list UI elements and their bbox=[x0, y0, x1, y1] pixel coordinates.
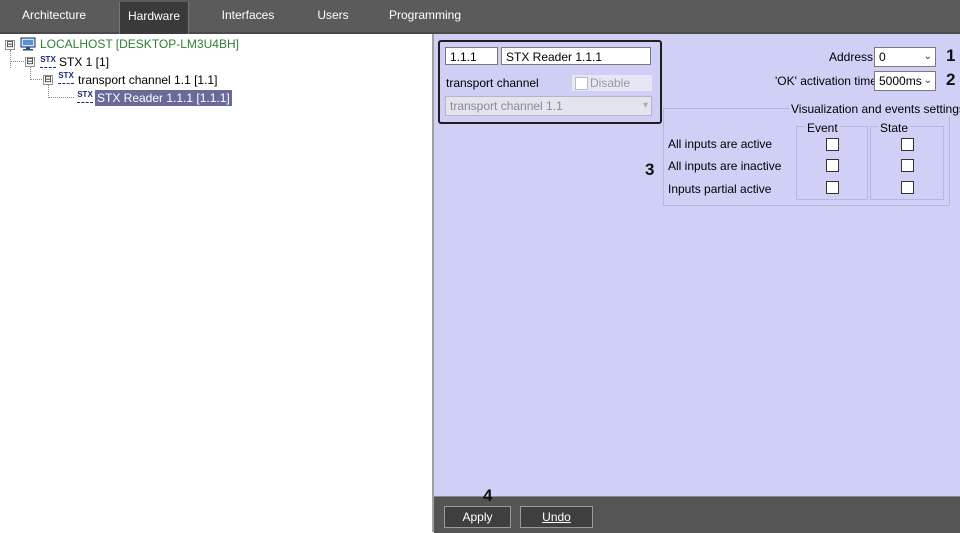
tab-interfaces[interactable]: Interfaces bbox=[214, 1, 282, 31]
disable-label: Disable bbox=[590, 76, 631, 90]
tree-node-transport-channel[interactable]: transport channel 1.1 [1.1] bbox=[78, 72, 217, 88]
tree-node-localhost[interactable]: LOCALHOST [DESKTOP-LM3U4BH] bbox=[40, 36, 239, 52]
tab-bar: Architecture Hardware Interfaces Users P… bbox=[0, 0, 960, 34]
tree-line bbox=[48, 97, 74, 98]
visualization-title: Visualization and events settings bbox=[789, 102, 960, 116]
stx-device-icon: STX bbox=[39, 55, 57, 69]
tab-programming[interactable]: Programming bbox=[386, 1, 464, 31]
tree-expander-channel[interactable]: ⊟ bbox=[43, 75, 53, 85]
tab-architecture[interactable]: Architecture bbox=[12, 1, 96, 31]
address-value: 0 bbox=[879, 50, 886, 64]
ok-activation-time-label: 'OK' activation time: bbox=[775, 74, 881, 88]
undo-button[interactable]: Undo bbox=[520, 506, 593, 528]
transport-channel-label: transport channel bbox=[446, 76, 539, 90]
event-checkbox-partial-active[interactable] bbox=[826, 181, 839, 194]
state-column-header: State bbox=[878, 121, 911, 135]
ok-activation-time-value: 5000ms bbox=[879, 74, 922, 88]
row-label-all-inactive: All inputs are inactive bbox=[668, 159, 782, 173]
address-label: Address: bbox=[829, 50, 877, 64]
ok-activation-time-select[interactable]: 5000ms ⌄ bbox=[874, 71, 936, 91]
tree-expander-stx[interactable]: ⊟ bbox=[25, 57, 35, 67]
tree-expander-root[interactable]: ⊟ bbox=[5, 40, 15, 50]
transport-channel-value: transport channel 1.1 bbox=[450, 99, 563, 113]
disable-checkbox[interactable] bbox=[575, 77, 588, 90]
tree-node-reader-selected[interactable]: STX Reader 1.1.1 [1.1.1] bbox=[95, 90, 232, 106]
annotation-3: 3 bbox=[645, 160, 655, 179]
transport-channel-icon: STX bbox=[57, 71, 75, 85]
device-name-field[interactable]: STX Reader 1.1.1 bbox=[501, 47, 651, 65]
tree-line bbox=[48, 84, 49, 98]
address-select[interactable]: 0 ⌄ bbox=[874, 47, 936, 67]
tree-line bbox=[30, 66, 31, 80]
event-checkbox-all-inactive[interactable] bbox=[826, 159, 839, 172]
state-checkbox-partial-active[interactable] bbox=[901, 181, 914, 194]
device-id-field[interactable]: 1.1.1 bbox=[445, 47, 498, 65]
event-checkbox-all-active[interactable] bbox=[826, 138, 839, 151]
annotation-4: 4 bbox=[483, 486, 493, 505]
action-bar bbox=[434, 496, 960, 533]
disable-toggle[interactable]: Disable bbox=[572, 75, 652, 91]
apply-button[interactable]: Apply bbox=[444, 506, 511, 528]
chevron-down-icon: ⌄ bbox=[923, 51, 932, 62]
reader-icon: STX bbox=[76, 90, 94, 104]
tree-line bbox=[30, 79, 44, 80]
hardware-tree bbox=[0, 34, 432, 532]
state-checkbox-all-inactive[interactable] bbox=[901, 159, 914, 172]
tab-users[interactable]: Users bbox=[305, 1, 361, 31]
tree-node-stx[interactable]: STX 1 [1] bbox=[59, 54, 109, 70]
row-label-all-active: All inputs are active bbox=[668, 137, 773, 151]
transport-channel-select[interactable]: transport channel 1.1 ▾ bbox=[445, 96, 652, 116]
annotation-1: 1 bbox=[946, 46, 956, 65]
chevron-down-icon: ⌄ bbox=[923, 75, 932, 86]
tab-hardware[interactable]: Hardware bbox=[119, 2, 189, 34]
chevron-down-icon: ▾ bbox=[642, 100, 648, 111]
state-checkbox-all-active[interactable] bbox=[901, 138, 914, 151]
annotation-2: 2 bbox=[946, 70, 956, 89]
row-label-partial-active: Inputs partial active bbox=[668, 182, 772, 196]
tree-line bbox=[10, 50, 11, 68]
event-column-header: Event bbox=[805, 121, 840, 135]
computer-icon bbox=[20, 37, 36, 51]
